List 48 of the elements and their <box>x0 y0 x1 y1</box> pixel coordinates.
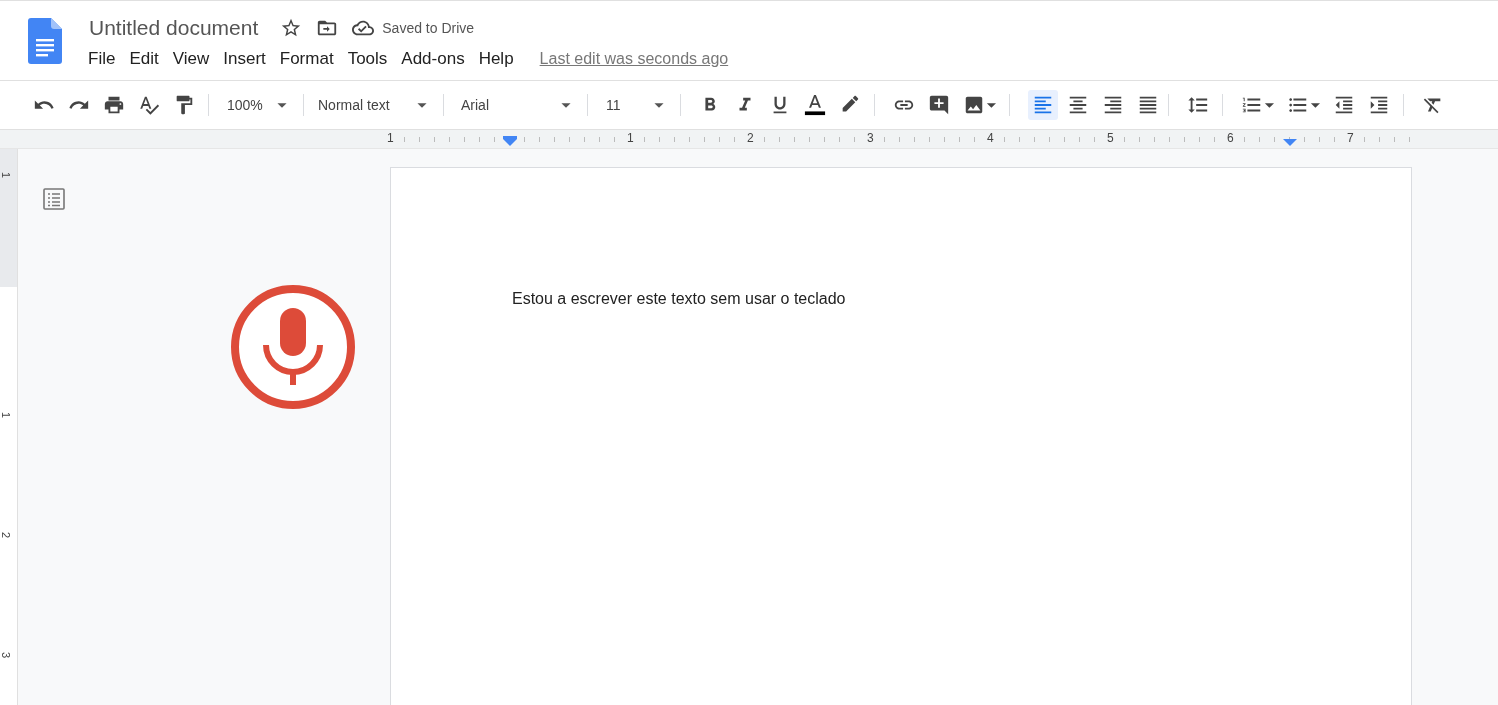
star-icon[interactable] <box>280 17 303 39</box>
add-comment-icon[interactable] <box>928 94 950 116</box>
increase-indent-icon[interactable] <box>1368 94 1390 116</box>
indent-marker-icon[interactable] <box>1283 136 1297 146</box>
menu-item[interactable]: Format <box>279 49 334 69</box>
menu-item[interactable]: Insert <box>223 49 266 69</box>
outline-icon[interactable] <box>42 187 66 211</box>
ruler-number: 6 <box>1227 131 1234 145</box>
menu-item[interactable]: Tools <box>347 49 388 69</box>
ruler-number: 5 <box>1107 131 1114 145</box>
ruler-number: 3 <box>867 131 874 145</box>
text-color-icon[interactable] <box>804 94 826 116</box>
decrease-indent-icon[interactable] <box>1333 94 1355 116</box>
last-edit-link[interactable]: Last edit was seconds ago <box>539 50 729 68</box>
align-justify-icon <box>1137 94 1159 116</box>
menu-item[interactable]: View <box>172 49 210 69</box>
ruler-number: 1 <box>387 131 394 145</box>
menu-item[interactable]: File <box>88 49 116 69</box>
font-dropdown[interactable]: Arial <box>461 94 577 116</box>
document-icon[interactable] <box>28 18 62 64</box>
ruler-number: 1 <box>0 171 13 179</box>
font-size-dropdown[interactable]: 11 <box>606 94 670 116</box>
line-spacing-icon[interactable] <box>1187 94 1209 116</box>
indent-marker-icon[interactable] <box>503 136 517 146</box>
ruler-number: 2 <box>747 131 754 145</box>
ruler-number: 7 <box>1347 131 1354 145</box>
document-title[interactable]: Untitled document <box>89 16 259 40</box>
print-icon[interactable] <box>103 94 125 116</box>
align-center-icon <box>1067 94 1089 116</box>
microphone-icon[interactable] <box>230 284 356 410</box>
ruler-number: 2 <box>0 531 13 539</box>
style-dropdown[interactable]: Normal text <box>318 94 433 116</box>
image-icon[interactable] <box>963 94 996 116</box>
document-text: Estou a escrever este texto sem usar o teclado <box>512 290 847 308</box>
ruler-number: 1 <box>0 411 13 419</box>
menu-item[interactable]: Edit <box>129 49 159 69</box>
save-status: Saved to Drive <box>382 20 475 36</box>
document-page[interactable]: Estou a escrever este texto sem usar o teclado <box>390 167 1412 705</box>
align-right-icon <box>1102 94 1124 116</box>
ruler-number: 1 <box>627 131 634 145</box>
ruler-number: 3 <box>0 651 13 659</box>
menu-item[interactable]: Help <box>478 49 514 69</box>
zoom-dropdown[interactable]: 100% <box>227 94 293 116</box>
ruler-number: 4 <box>987 131 994 145</box>
menu-item[interactable]: Add-ons <box>401 49 465 69</box>
align-left-button[interactable] <box>1028 90 1058 120</box>
align-left-icon <box>1032 94 1054 116</box>
spellcheck-icon[interactable] <box>138 94 160 116</box>
